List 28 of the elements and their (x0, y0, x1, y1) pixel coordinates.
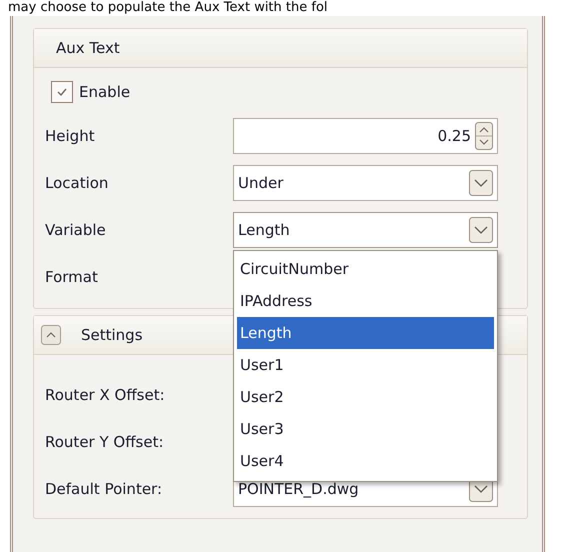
dropdown-option[interactable]: User2 (237, 380, 494, 412)
dropdown-option[interactable]: Length (237, 316, 494, 348)
field-label: Height (45, 126, 96, 144)
spin-field[interactable]: 0.25 (233, 118, 498, 154)
collapse-icon[interactable] (41, 325, 61, 345)
dropdown-option[interactable]: CircuitNumber (237, 252, 494, 284)
dropdown-option[interactable]: User3 (237, 412, 494, 444)
field-value: POINTER_D.dwg (238, 480, 360, 498)
spin-arrows-icon[interactable] (475, 122, 493, 150)
field-label: Format (45, 268, 99, 286)
dropdown-option[interactable]: User1 (237, 348, 494, 380)
enable-label: Enable (79, 83, 130, 101)
field-value: Under (238, 174, 284, 192)
field-value: 0.25 (436, 126, 471, 144)
dropdown-field[interactable]: Length (233, 212, 498, 248)
field-value: Length (238, 220, 291, 238)
intro-text: may choose to populate the Aux Text with the fol (7, 0, 329, 16)
field-label: Variable (45, 220, 107, 238)
group-title: Aux Text (56, 39, 120, 57)
field-label: Location (45, 174, 110, 192)
enable-checkbox[interactable] (51, 81, 73, 103)
field-label: Default Pointer: (45, 480, 164, 498)
dropdown-field[interactable]: Under (233, 164, 498, 200)
group-title: Settings (81, 326, 143, 344)
check-icon (56, 86, 68, 98)
dropdown-option[interactable]: IPAddress (237, 284, 494, 316)
field-label: Router Y Offset: (45, 432, 165, 450)
field-label: Router X Offset: (45, 386, 166, 404)
